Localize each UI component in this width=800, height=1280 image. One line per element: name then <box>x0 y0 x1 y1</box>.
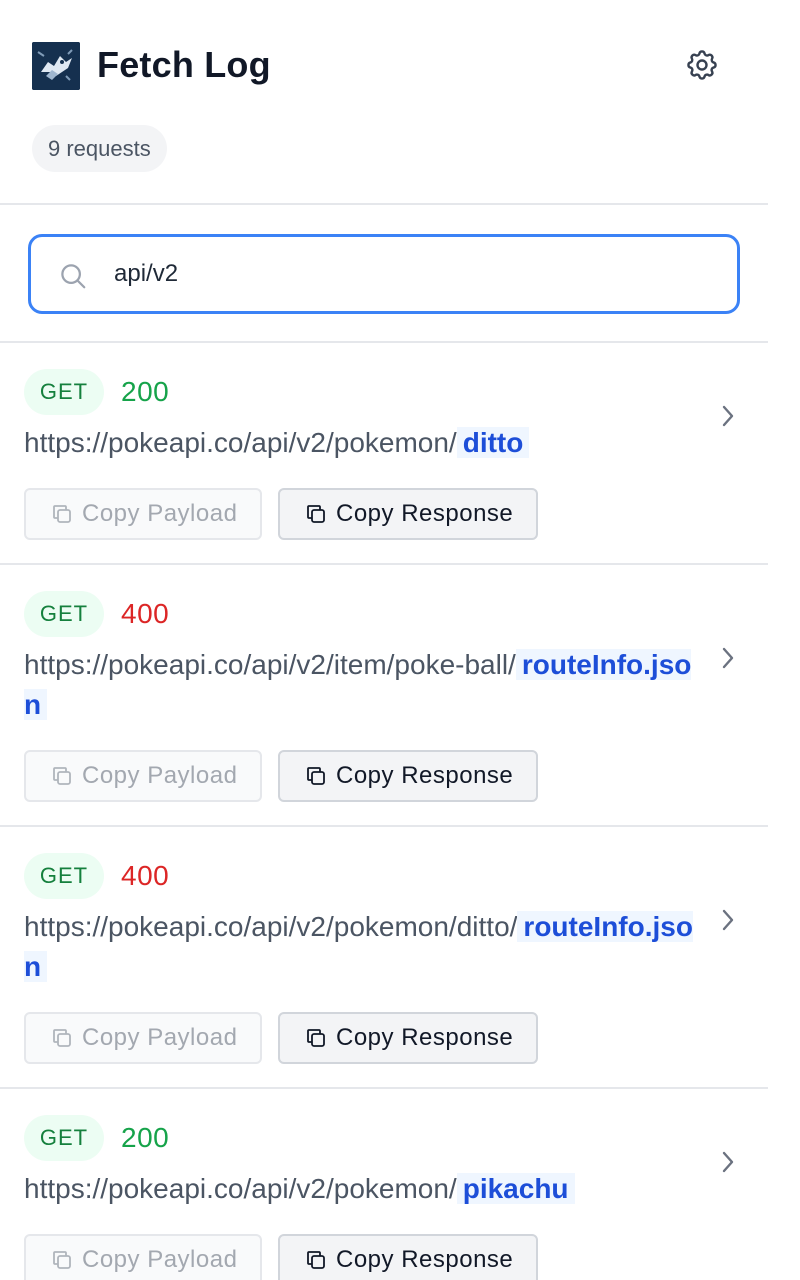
request-url: https://pokeapi.co/api/v2/pokemon/ditto <box>24 423 704 463</box>
copy-icon <box>307 505 325 523</box>
copy-icon <box>53 767 71 785</box>
copy-payload-button: Copy Payload <box>24 750 262 802</box>
settings-button[interactable] <box>682 45 722 85</box>
copy-response-label: Copy Response <box>336 762 514 789</box>
search-box[interactable] <box>28 234 740 314</box>
request-list: GET 200 https://pokeapi.co/api/v2/pokemo… <box>0 343 768 1280</box>
copy-icon <box>53 1029 71 1047</box>
copy-response-label: Copy Response <box>336 1246 514 1273</box>
copy-response-label: Copy Response <box>336 1024 514 1051</box>
search-icon <box>61 264 86 289</box>
search-section <box>0 205 768 343</box>
header: Fetch Log 9 requests <box>0 0 768 205</box>
url-highlight: ditto <box>456 427 530 458</box>
status-code: 400 <box>121 598 170 629</box>
request-entry[interactable]: GET 200 https://pokeapi.co/api/v2/pokemo… <box>0 343 768 565</box>
url-highlight: pikachu <box>456 1173 575 1204</box>
request-entry[interactable]: GET 400 https://pokeapi.co/api/v2/item/p… <box>0 565 768 827</box>
request-url: https://pokeapi.co/api/v2/pokemon/pikach… <box>24 1169 704 1209</box>
copy-payload-label: Copy Payload <box>82 762 238 789</box>
copy-payload-label: Copy Payload <box>82 1024 238 1051</box>
status-code: 200 <box>121 376 170 407</box>
method-badge: GET <box>24 591 104 637</box>
copy-icon <box>307 767 325 785</box>
chevron-right-icon[interactable] <box>718 907 738 933</box>
copy-payload-label: Copy Payload <box>82 1246 238 1273</box>
url-base: https://pokeapi.co/api/v2/pokemon/ditto/ <box>24 911 518 942</box>
app-logo <box>32 42 80 90</box>
copy-icon <box>53 505 71 523</box>
copy-response-button[interactable]: Copy Response <box>278 1012 538 1064</box>
chevron-right-icon[interactable] <box>718 403 738 429</box>
app-title: Fetch Log <box>97 44 271 85</box>
url-base: https://pokeapi.co/api/v2/pokemon/ <box>24 1173 457 1204</box>
chevron-right-icon[interactable] <box>718 645 738 671</box>
fetch-log-panel: Fetch Log 9 requests GET 200 https://pok… <box>0 0 768 1280</box>
chevron-right-icon[interactable] <box>718 1149 738 1175</box>
url-base: https://pokeapi.co/api/v2/item/poke-ball… <box>24 649 516 680</box>
request-entry[interactable]: GET 400 https://pokeapi.co/api/v2/pokemo… <box>0 827 768 1089</box>
copy-icon <box>53 1251 71 1269</box>
request-count-badge: 9 requests <box>32 125 167 172</box>
copy-response-label: Copy Response <box>336 500 514 527</box>
copy-payload-label: Copy Payload <box>82 500 238 527</box>
request-entry[interactable]: GET 200 https://pokeapi.co/api/v2/pokemo… <box>0 1089 768 1280</box>
method-badge: GET <box>24 1115 104 1161</box>
method-badge: GET <box>24 853 104 899</box>
copy-response-button[interactable]: Copy Response <box>278 750 538 802</box>
copy-payload-button: Copy Payload <box>24 488 262 540</box>
url-base: https://pokeapi.co/api/v2/pokemon/ <box>24 427 457 458</box>
status-code: 400 <box>121 860 170 891</box>
status-code: 200 <box>121 1122 170 1153</box>
gear-icon <box>687 50 717 80</box>
copy-response-button[interactable]: Copy Response <box>278 488 538 540</box>
copy-response-button[interactable]: Copy Response <box>278 1234 538 1280</box>
search-input[interactable] <box>114 251 714 297</box>
copy-payload-button: Copy Payload <box>24 1234 262 1280</box>
copy-payload-button: Copy Payload <box>24 1012 262 1064</box>
copy-icon <box>307 1251 325 1269</box>
request-url: https://pokeapi.co/api/v2/item/poke-ball… <box>24 645 704 725</box>
copy-icon <box>307 1029 325 1047</box>
method-badge: GET <box>24 369 104 415</box>
request-url: https://pokeapi.co/api/v2/pokemon/ditto/… <box>24 907 704 987</box>
